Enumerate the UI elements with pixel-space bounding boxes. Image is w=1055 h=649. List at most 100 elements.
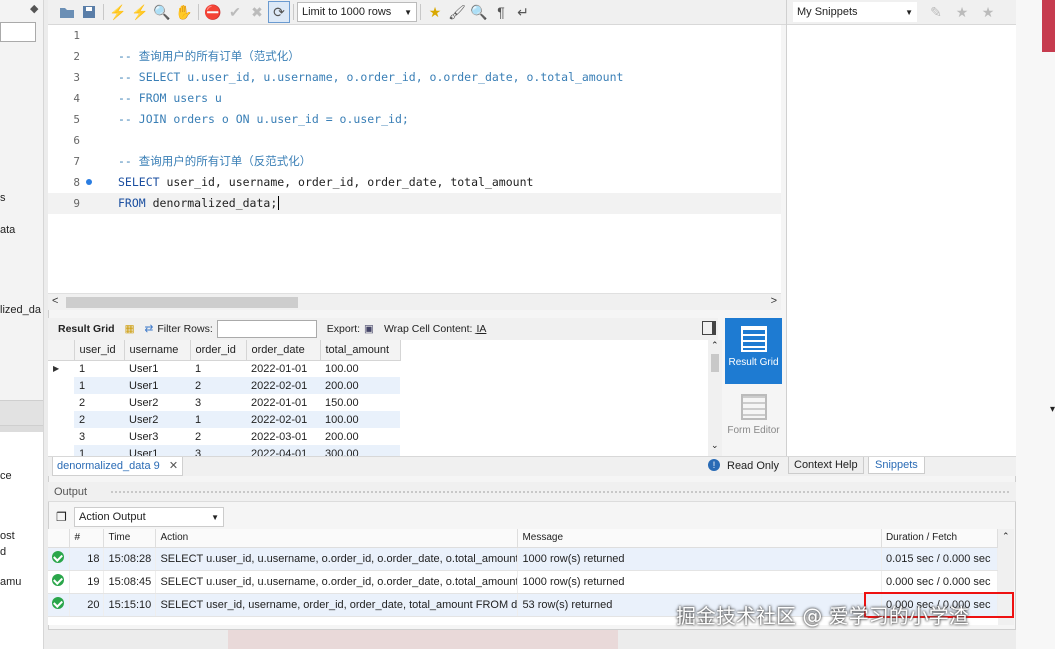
cell[interactable]: 2022-02-01	[246, 411, 320, 428]
column-header[interactable]: Time	[103, 529, 157, 548]
tab-context-help[interactable]: Context Help	[788, 457, 864, 474]
wrap-cell-icon[interactable]: I̲A	[476, 323, 486, 335]
cell[interactable]: 1	[190, 411, 246, 428]
editor-line[interactable]: 1	[48, 25, 781, 46]
autocommit-icon[interactable]: ⟳	[268, 1, 290, 23]
cell[interactable]: User1	[124, 377, 190, 394]
table-row[interactable]: 1 User1 3 2022-04-01 300.00	[48, 445, 400, 456]
output-row[interactable]: 19 15:08:45 SELECT u.user_id, u.username…	[48, 570, 998, 594]
refresh-icon[interactable]: ⇄	[145, 323, 154, 335]
cell[interactable]: 2022-01-01	[246, 394, 320, 411]
commit-icon[interactable]: ✔	[224, 1, 246, 23]
result-grid-label-wrap[interactable]: Result Grid	[58, 323, 115, 335]
stop-icon[interactable]: ✋	[173, 1, 195, 23]
form-editor-button[interactable]: Form Editor	[725, 388, 782, 452]
result-grid-button[interactable]: Result Grid	[725, 318, 782, 384]
copy-output-icon[interactable]: ❐	[56, 510, 67, 524]
column-header[interactable]: order_id	[190, 340, 247, 361]
column-header[interactable]: order_date	[246, 340, 321, 361]
cell[interactable]: User1	[124, 445, 190, 456]
cell[interactable]: 2	[74, 411, 124, 428]
toggle-continue-on-error-icon[interactable]: ⛔	[202, 1, 224, 23]
cell[interactable]: 100.00	[320, 411, 400, 428]
cell[interactable]: 2022-02-01	[246, 377, 320, 394]
column-header[interactable]: Message	[517, 529, 882, 548]
cell[interactable]: 1	[190, 360, 246, 377]
rollback-icon[interactable]: ✖	[246, 1, 268, 23]
scroll-down-icon[interactable]: ⌄	[711, 440, 719, 451]
limit-rows-select[interactable]: Limit to 1000 rows ▼	[297, 2, 417, 22]
cell[interactable]: 200.00	[320, 377, 400, 394]
editor-line-current[interactable]: 9 FROM denormalized_data;	[48, 193, 781, 214]
sql-editor[interactable]: 1 2 -- 查询用户的所有订单（范式化） 3 -- SELECT u.user…	[48, 25, 781, 293]
invisible-chars-icon[interactable]: ¶	[490, 1, 512, 23]
column-header[interactable]: user_id	[74, 340, 125, 361]
panel-grip[interactable]	[110, 490, 1010, 494]
navigator-fragment[interactable]: s	[0, 192, 6, 204]
editor-line[interactable]: 7 -- 查询用户的所有订单（反范式化）	[48, 151, 781, 172]
word-wrap-icon[interactable]: ↵	[512, 1, 534, 23]
explain-icon[interactable]: 🔍	[151, 1, 173, 23]
column-header[interactable]: total_amount	[320, 340, 401, 361]
column-header[interactable]: Duration / Fetch	[881, 529, 998, 548]
table-row[interactable]: ▶ 1 User1 1 2022-01-01 100.00	[48, 360, 400, 377]
beautify-icon[interactable]: 🖌	[446, 1, 468, 23]
table-row[interactable]: 1 User1 2 2022-02-01 200.00	[48, 377, 400, 394]
editor-line[interactable]: 5 -- JOIN orders o ON u.user_id = o.user…	[48, 109, 781, 130]
open-file-icon[interactable]	[56, 1, 78, 23]
execute-icon[interactable]: ⚡	[107, 1, 129, 23]
editor-line[interactable]: 2 -- 查询用户的所有订单（范式化）	[48, 46, 781, 67]
collapse-icon[interactable]: ◆	[30, 2, 38, 15]
result-grid[interactable]: user_id username order_id order_date tot…	[48, 340, 708, 456]
cell[interactable]: 100.00	[320, 360, 400, 377]
query-result-tab[interactable]: denormalized_data 9 ✕	[52, 457, 184, 476]
editor-line[interactable]: 3 -- SELECT u.user_id, u.username, o.ord…	[48, 67, 781, 88]
cell[interactable]: 1	[74, 377, 124, 394]
cell[interactable]: 2	[74, 394, 124, 411]
navigator-fragment[interactable]: lized_da	[0, 304, 41, 316]
cell[interactable]: 2022-04-01	[246, 445, 320, 456]
cell[interactable]: User1	[124, 360, 190, 377]
column-header[interactable]: username	[124, 340, 191, 361]
navigator-search-input[interactable]	[0, 22, 36, 42]
cell[interactable]: 2022-03-01	[246, 428, 320, 445]
cell[interactable]: User2	[124, 394, 190, 411]
editor-line[interactable]: 8 SELECT user_id, username, order_id, or…	[48, 172, 781, 193]
add-snippet-icon[interactable]: ★	[424, 1, 446, 23]
cell[interactable]: 200.00	[320, 428, 400, 445]
cell[interactable]: 2	[190, 428, 246, 445]
editor-line[interactable]: 6	[48, 130, 781, 151]
cell[interactable]: 300.00	[320, 445, 400, 456]
scroll-left-icon[interactable]: <	[52, 295, 58, 307]
scroll-up-icon[interactable]: ⌃	[1002, 531, 1010, 542]
cell[interactable]: 3	[190, 445, 246, 456]
table-row[interactable]: 2 User2 1 2022-02-01 100.00	[48, 411, 400, 428]
scrollbar-thumb[interactable]	[66, 297, 298, 308]
navigator-fragment[interactable]: ata	[0, 224, 15, 236]
output-type-select[interactable]: Action Output ▼	[74, 507, 224, 527]
replace-snippet-icon[interactable]: ✎	[925, 1, 947, 23]
cell[interactable]: 2022-01-01	[246, 360, 320, 377]
column-header[interactable]: Action	[155, 529, 519, 548]
execute-current-icon[interactable]: ⚡	[129, 1, 151, 23]
export-icon[interactable]: ▣	[364, 323, 374, 335]
filter-rows-input[interactable]	[216, 320, 317, 338]
cell[interactable]: 3	[74, 428, 124, 445]
cell[interactable]: 150.00	[320, 394, 400, 411]
editor-line[interactable]: 4 -- FROM users u	[48, 88, 781, 109]
cell[interactable]: User2	[124, 411, 190, 428]
close-tab-icon[interactable]: ✕	[169, 460, 178, 472]
find-icon[interactable]: 🔍	[468, 1, 490, 23]
editor-horizontal-scrollbar[interactable]: < >	[48, 293, 781, 310]
toggle-panel-icon[interactable]	[702, 321, 716, 335]
cell[interactable]: 1	[74, 360, 124, 377]
grid-icon[interactable]: ▦	[125, 323, 135, 335]
scroll-up-icon[interactable]: ⌃	[711, 340, 719, 351]
insert-snippet-icon[interactable]: ★	[951, 1, 973, 23]
scroll-right-icon[interactable]: >	[771, 295, 777, 307]
grid-vertical-scrollbar[interactable]: ⌃ ⌄	[708, 340, 722, 456]
output-row[interactable]: 18 15:08:28 SELECT u.user_id, u.username…	[48, 547, 998, 571]
column-header[interactable]: #	[69, 529, 105, 548]
scrollbar-thumb[interactable]	[711, 354, 719, 372]
save-icon[interactable]	[78, 1, 100, 23]
